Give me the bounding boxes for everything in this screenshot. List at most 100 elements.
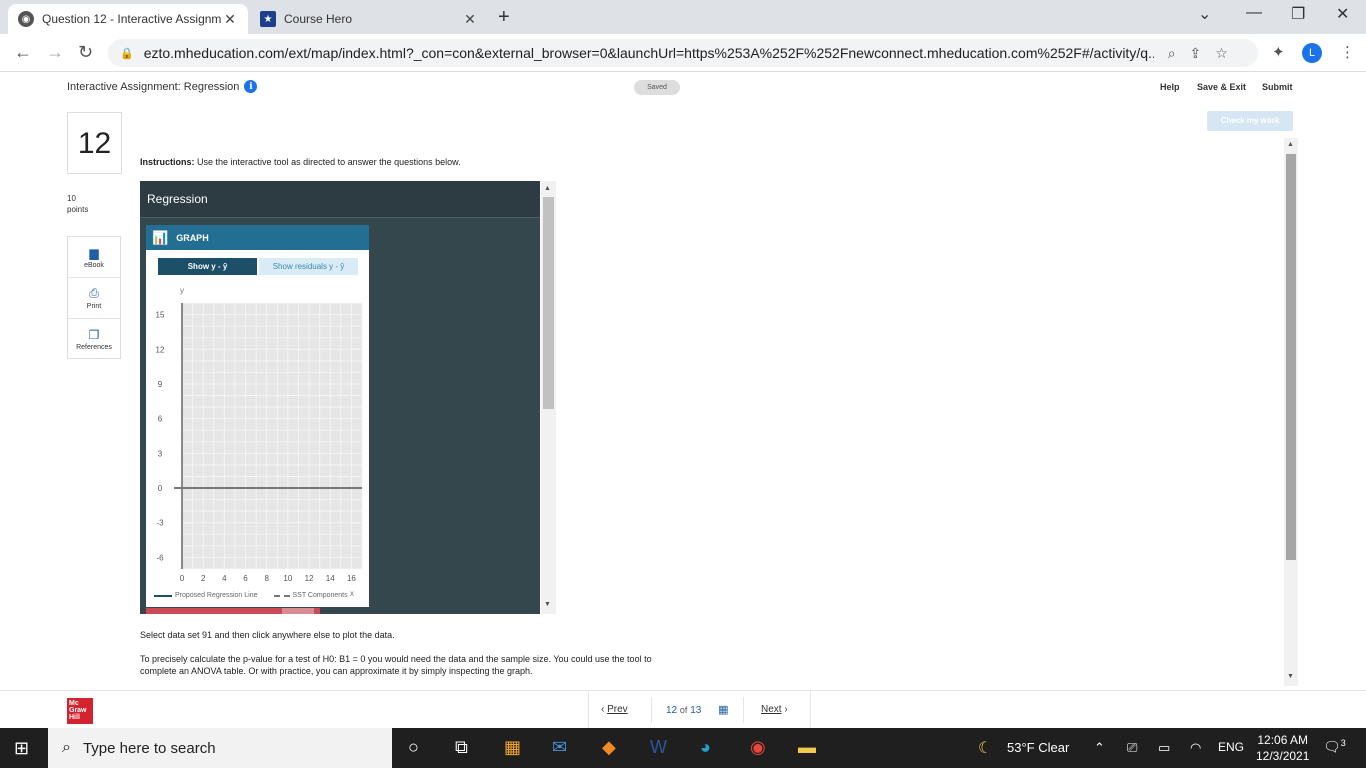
minimize-icon[interactable]: —: [1246, 4, 1262, 22]
data-set-bar-highlight: [282, 608, 314, 614]
printer-icon: ⎙: [89, 286, 99, 300]
points-value: 10: [67, 194, 76, 203]
file-explorer-icon[interactable]: ▬: [798, 737, 816, 758]
y-axis-label: y: [180, 286, 184, 295]
x-tick-label: 12: [305, 574, 314, 583]
new-tab-button[interactable]: +: [498, 6, 510, 29]
points-info: 10 points: [67, 193, 88, 215]
weather-text[interactable]: 53°F Clear: [1007, 740, 1069, 755]
x-tick-label: 8: [264, 574, 269, 583]
store-icon[interactable]: ▦: [504, 737, 521, 758]
extensions-icon[interactable]: ✦: [1272, 43, 1285, 61]
mail-icon[interactable]: ✉: [552, 737, 567, 758]
browser-tab-bar: ◉ Question 12 - Interactive Assignm ✕ ★ …: [0, 0, 1366, 34]
tab-course-hero[interactable]: ★ Course Hero ✕: [250, 4, 488, 34]
x-tick-label: 6: [243, 574, 248, 583]
bookmark-star-icon[interactable]: ☆: [1215, 45, 1228, 62]
regression-plot[interactable]: 15 12 9 6 3 0 -3 -6 0 2 4 6 8 10 12 14 16 y x: [146, 277, 369, 597]
legend-proposed-label: Proposed Regression Line: [175, 592, 258, 599]
x-tick-label: 0: [180, 574, 185, 583]
save-exit-link[interactable]: Save & Exit: [1197, 82, 1246, 92]
prev-button[interactable]: ‹ Prev: [601, 704, 628, 715]
back-icon[interactable]: ←: [14, 42, 32, 63]
reload-icon[interactable]: ↻: [78, 42, 93, 63]
x-tick-label: 4: [222, 574, 227, 583]
question-counter[interactable]: 12 of 13 ▦: [651, 697, 744, 723]
page-scrollbar[interactable]: ▲ ▼: [1284, 138, 1298, 686]
taskbar-search[interactable]: ⌕ Type here to search: [48, 728, 392, 768]
tab-title: Question 12 - Interactive Assignm: [42, 12, 222, 26]
assignment-footer: Mc Graw Hill ‹ Prev 12 of 13 ▦ Next ›: [0, 690, 1366, 729]
share-icon[interactable]: ⇪: [1190, 45, 1202, 62]
ebook-button[interactable]: ▆ eBook: [68, 237, 120, 278]
scroll-down-icon[interactable]: ▼: [544, 601, 551, 608]
of-label: of: [679, 705, 688, 715]
regression-tool: Regression 📊 GRAPH Show y - ȳ Show resid…: [140, 181, 540, 614]
wifi-icon[interactable]: ◠: [1190, 740, 1201, 756]
book-icon: ▆: [89, 245, 99, 260]
question-text-2-line2: complete an ANOVA table. Or with practic…: [140, 666, 533, 676]
windows-taskbar: ⊞ ⌕ Type here to search ○ ⧉ ▦ ✉ ◆ W ◕ ◉ …: [0, 728, 1366, 768]
references-button[interactable]: ❐ References: [68, 319, 120, 360]
print-button[interactable]: ⎙ Print: [68, 278, 120, 319]
edge-icon[interactable]: ◕: [700, 737, 711, 758]
windows-start-icon[interactable]: ⊞: [14, 738, 29, 759]
instructions-label: Instructions:: [140, 157, 195, 167]
tab-search-icon[interactable]: ⌄: [1198, 4, 1211, 24]
references-label: References: [76, 344, 112, 351]
close-tab-icon[interactable]: ✕: [462, 11, 478, 28]
info-icon[interactable]: i: [244, 80, 258, 93]
legend-dashed-line: [273, 594, 290, 597]
points-label: points: [67, 205, 89, 214]
help-link[interactable]: Help: [1160, 82, 1180, 92]
menu-kebab-icon[interactable]: ⋮: [1340, 43, 1355, 61]
search-icon: ⌕: [62, 739, 71, 756]
meet-icon[interactable]: ⎚: [1127, 740, 1137, 756]
page-scrollbar-thumb[interactable]: [1286, 154, 1296, 560]
task-view-icon[interactable]: ⧉: [455, 737, 468, 758]
check-my-work-button[interactable]: Check my work: [1207, 111, 1293, 131]
scroll-up-icon[interactable]: ▲: [1287, 141, 1294, 148]
question-text-2: To precisely calculate the p-value for a…: [140, 653, 652, 677]
profile-avatar[interactable]: L: [1302, 43, 1322, 63]
tray-chevron-icon[interactable]: ⌃: [1094, 740, 1105, 756]
tool-scrollbar-thumb[interactable]: [543, 197, 554, 409]
url-field[interactable]: 🔒 ezto.mheducation.com/ext/map/index.htm…: [108, 39, 1258, 67]
close-window-icon[interactable]: ✕: [1336, 4, 1349, 24]
submit-link[interactable]: Submit: [1262, 82, 1293, 92]
tab-question-12[interactable]: ◉ Question 12 - Interactive Assignm ✕: [8, 4, 248, 34]
print-label: Print: [86, 303, 102, 310]
show-residuals-toggle[interactable]: Show residuals y - ŷ: [259, 258, 358, 275]
current-question: 12: [666, 705, 678, 716]
next-button[interactable]: Next ›: [761, 704, 788, 715]
cortana-icon[interactable]: ○: [408, 737, 419, 758]
course-hero-icon: ★: [260, 11, 276, 27]
taskbar-clock[interactable]: 12:06 AM 12/3/2021: [1256, 732, 1309, 764]
mcgraw-hill-logo: Mc Graw Hill: [67, 698, 93, 724]
saved-badge: Saved: [634, 80, 680, 95]
chrome-icon[interactable]: ◉: [750, 737, 766, 758]
x-tick-label: 16: [347, 574, 356, 583]
restore-icon[interactable]: ❐: [1291, 4, 1305, 24]
forward-icon[interactable]: →: [46, 42, 64, 63]
graph-header-label: GRAPH: [176, 232, 209, 243]
close-tab-icon[interactable]: ✕: [222, 11, 238, 28]
display-icon[interactable]: ▭: [1158, 740, 1170, 756]
search-placeholder: Type here to search: [82, 739, 216, 757]
plot-area: [182, 303, 362, 569]
word-icon[interactable]: W: [650, 737, 667, 758]
zoom-icon[interactable]: ⌕: [1168, 45, 1176, 62]
notification-count: 3: [1340, 738, 1346, 748]
globe-icon: ◉: [18, 11, 34, 27]
bar-chart-icon: 📊: [152, 229, 169, 245]
assignment-title: Interactive Assignment: Regression i: [67, 80, 258, 93]
show-y-minus-ybar-toggle[interactable]: Show y - ȳ: [158, 258, 257, 275]
scroll-up-icon[interactable]: ▲: [544, 185, 551, 192]
tool-scrollbar[interactable]: ▲ ▼: [541, 181, 556, 614]
y-tick-label: 6: [158, 415, 163, 424]
scroll-down-icon[interactable]: ▼: [1287, 673, 1294, 680]
brave-icon[interactable]: ◆: [602, 737, 616, 758]
language-indicator[interactable]: ENG: [1218, 740, 1244, 754]
lock-icon: 🔒: [120, 47, 134, 60]
notification-icon[interactable]: 🗨3: [1323, 738, 1346, 756]
